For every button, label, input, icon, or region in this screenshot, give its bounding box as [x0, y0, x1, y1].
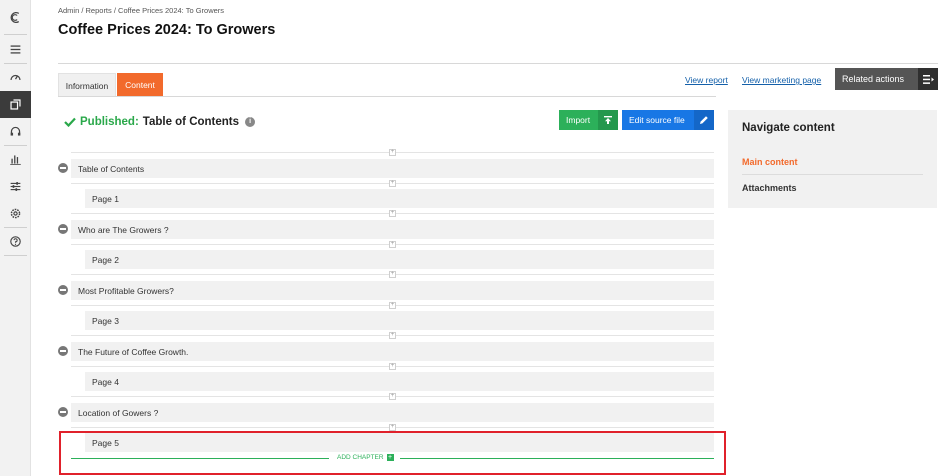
chapter-row[interactable]: Table of Contents: [71, 159, 714, 178]
content-icon[interactable]: [0, 91, 31, 118]
upload-icon: [598, 110, 618, 130]
actions-list-icon: [918, 68, 938, 90]
info-icon[interactable]: i: [245, 117, 256, 127]
insert-plus-icon[interactable]: +: [389, 271, 396, 278]
chapter-row[interactable]: Location of Gowers ?: [71, 403, 714, 422]
status-item-name: Table of Contents: [142, 116, 240, 128]
collapse-icon[interactable]: [58, 346, 68, 356]
insert-plus-icon[interactable]: +: [389, 393, 396, 400]
nav-divider: [742, 174, 923, 175]
logo-icon[interactable]: [0, 4, 31, 31]
tab-information[interactable]: Information: [58, 73, 116, 97]
navigate-content-title: Navigate content: [742, 122, 835, 134]
chapter-row[interactable]: The Future of Coffee Growth.: [71, 342, 714, 361]
published-label: Published:: [80, 116, 139, 128]
page-title: Coffee Prices 2024: To Growers: [58, 22, 276, 38]
navigate-content-panel: Navigate content Main content Attachment…: [728, 110, 937, 208]
check-icon: [64, 117, 76, 127]
breadcrumb[interactable]: Admin / Reports / Coffee Prices 2024: To…: [58, 6, 224, 15]
insert-plus-icon[interactable]: +: [389, 241, 396, 248]
left-rail: [0, 0, 31, 476]
edit-source-file-button[interactable]: Edit source file: [622, 110, 714, 130]
dashboard-icon[interactable]: [0, 64, 31, 91]
insert-plus-icon[interactable]: +: [389, 302, 396, 309]
insert-plus-icon[interactable]: +: [389, 332, 396, 339]
import-button[interactable]: Import: [559, 110, 618, 130]
reports-icon[interactable]: [0, 146, 31, 173]
tabs-underline: [58, 96, 716, 97]
insert-plus-icon[interactable]: +: [389, 210, 396, 217]
chapter-row[interactable]: Most Profitable Growers?: [71, 281, 714, 300]
view-marketing-page-link[interactable]: View marketing page: [742, 75, 821, 85]
headset-icon[interactable]: [0, 118, 31, 145]
rail-divider: [4, 34, 27, 35]
settings-icon[interactable]: [0, 200, 31, 227]
page-row[interactable]: Page 1: [85, 189, 714, 208]
help-icon[interactable]: [0, 228, 31, 255]
related-actions-button[interactable]: Related actions: [835, 68, 938, 90]
tab-content[interactable]: Content: [117, 73, 163, 97]
view-report-link[interactable]: View report: [685, 75, 728, 85]
nav-main-content[interactable]: Main content: [742, 157, 798, 167]
import-button-label: Import: [566, 115, 591, 125]
collapse-icon[interactable]: [58, 224, 68, 234]
page-row[interactable]: Page 4: [85, 372, 714, 391]
filters-icon[interactable]: [0, 173, 31, 200]
collapse-icon[interactable]: [58, 163, 68, 173]
header-divider: [58, 63, 938, 64]
edit-source-file-label: Edit source file: [629, 115, 685, 125]
insert-plus-icon[interactable]: +: [389, 363, 396, 370]
collapse-icon[interactable]: [58, 285, 68, 295]
chapter-row[interactable]: Who are The Growers ?: [71, 220, 714, 239]
nav-attachments[interactable]: Attachments: [742, 183, 797, 193]
related-actions-label: Related actions: [842, 74, 905, 84]
collapse-icon[interactable]: [58, 407, 68, 417]
menu-icon[interactable]: [0, 36, 31, 63]
publish-status: Published: Table of Contents i: [64, 116, 256, 128]
insert-plus-icon[interactable]: +: [389, 180, 396, 187]
pencil-icon: [694, 110, 714, 130]
insert-plus-icon[interactable]: +: [389, 424, 396, 431]
insert-plus-icon[interactable]: +: [389, 149, 396, 156]
page-row[interactable]: Page 2: [85, 250, 714, 269]
rail-divider: [4, 255, 27, 256]
page-row[interactable]: Page 3: [85, 311, 714, 330]
highlight-box: [59, 431, 726, 475]
